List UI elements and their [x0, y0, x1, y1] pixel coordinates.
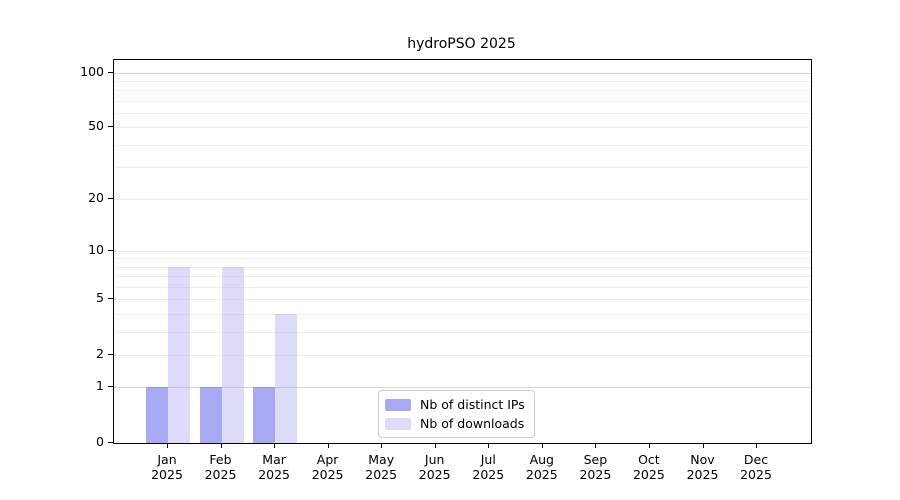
y-tick-label-0: 0 — [96, 434, 104, 449]
gridline-40 — [114, 144, 811, 146]
bar-distinct-ips-jan — [146, 387, 168, 443]
x-tick-aug — [541, 443, 543, 448]
y-tick-label-2: 2 — [96, 345, 104, 361]
y-tick-0 — [108, 442, 113, 443]
gridline-2 — [114, 354, 811, 356]
x-tick-apr — [327, 443, 329, 448]
y-tick-label-10: 10 — [88, 241, 104, 257]
gridline-20 — [114, 198, 811, 200]
plot-area: Nb of distinct IPs Nb of downloads — [113, 59, 812, 444]
bar-downloads-mar — [275, 313, 298, 443]
y-tick-10 — [108, 249, 113, 251]
gridline-90 — [114, 80, 811, 82]
y-tick-100 — [108, 71, 113, 73]
x-tick-nov — [702, 443, 704, 448]
legend-label-distinct-ips: Nb of distinct IPs — [420, 397, 525, 412]
gridline-70 — [114, 100, 811, 102]
chart-title: hydroPSO 2025 — [407, 36, 516, 52]
legend-swatch-distinct-ips — [385, 398, 411, 411]
x-tick-sep — [595, 443, 597, 448]
bar-distinct-ips-feb — [199, 387, 222, 443]
gridline-60 — [114, 113, 811, 114]
gridline-4 — [114, 313, 811, 315]
gridline-50 — [114, 127, 811, 129]
legend-item-downloads: Nb of downloads — [385, 416, 525, 431]
gridline-30 — [114, 167, 811, 169]
gridline-9 — [114, 258, 811, 260]
bar-downloads-jan — [168, 266, 190, 443]
legend-swatch-downloads — [385, 417, 411, 430]
x-tick-jun — [434, 443, 436, 448]
y-tick-1 — [108, 386, 113, 388]
x-tick-jul — [488, 443, 490, 448]
bar-distinct-ips-mar — [253, 387, 276, 443]
x-tick-label-dec: Dec 2025 — [740, 452, 772, 482]
y-tick-20 — [108, 197, 113, 199]
y-tick-2 — [108, 353, 113, 355]
y-tick-label-1: 1 — [96, 378, 104, 394]
x-tick-feb — [220, 443, 222, 448]
y-tick-label-50: 50 — [88, 118, 104, 134]
gridline-3 — [114, 331, 811, 333]
x-tick-oct — [648, 443, 650, 448]
legend-label-downloads: Nb of downloads — [420, 416, 525, 431]
gridline-7 — [114, 276, 811, 278]
gridline-6 — [114, 286, 811, 288]
legend: Nb of distinct IPs Nb of downloads — [378, 390, 535, 438]
y-tick-label-100: 100 — [80, 63, 104, 79]
chart-figure: hydroPSO 2025 Nb of distinct IPs Nb of d… — [0, 0, 900, 500]
gridline-80 — [114, 90, 811, 92]
x-tick-mar — [274, 443, 276, 448]
gridline-8 — [114, 266, 811, 268]
y-tick-label-20: 20 — [88, 189, 104, 205]
bar-downloads-feb — [221, 266, 244, 443]
x-tick-jan — [167, 443, 168, 448]
gridline-100 — [114, 72, 811, 74]
y-tick-5 — [108, 298, 113, 300]
y-tick-50 — [108, 126, 113, 128]
y-tick-label-5: 5 — [96, 290, 104, 306]
x-tick-dec — [756, 443, 757, 448]
gridline-5 — [114, 299, 811, 301]
legend-item-distinct-ips: Nb of distinct IPs — [385, 397, 525, 412]
gridline-10 — [114, 250, 811, 252]
x-tick-may — [381, 443, 383, 448]
